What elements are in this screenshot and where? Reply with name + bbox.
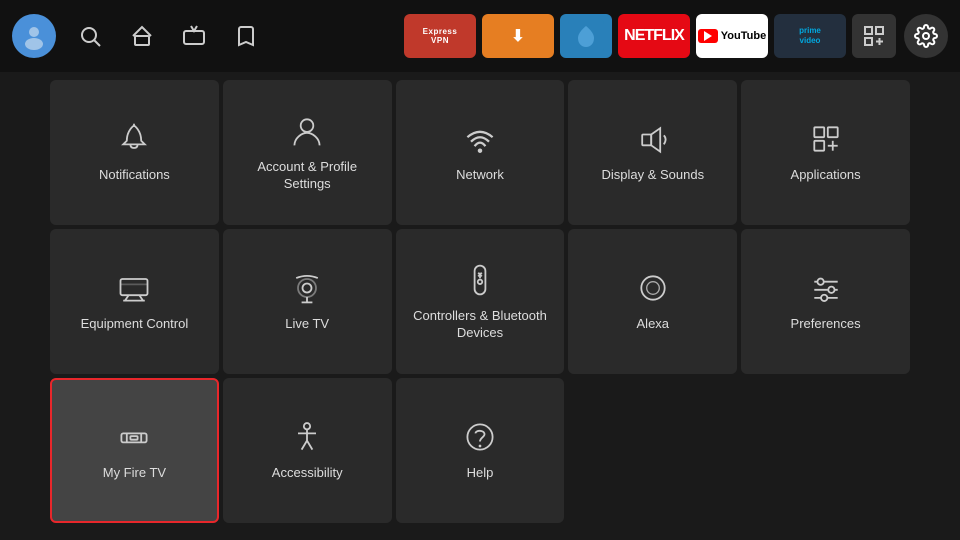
tile-accessibility-label: Accessibility: [272, 465, 343, 482]
tile-my-fire-tv-label: My Fire TV: [103, 465, 166, 482]
tile-network[interactable]: Network: [396, 80, 565, 225]
tile-display-sounds-label: Display & Sounds: [601, 167, 704, 184]
top-navigation: ExpressVPN ⬇ NETFLIX YouTube primevid: [0, 0, 960, 72]
apps-icon: [808, 121, 844, 157]
svg-text:⬇: ⬇: [511, 28, 524, 45]
tile-notifications-label: Notifications: [99, 167, 170, 184]
bell-icon: [116, 121, 152, 157]
tile-accessibility[interactable]: Accessibility: [223, 378, 392, 523]
home-button[interactable]: [124, 18, 160, 54]
tile-equipment-control[interactable]: Equipment Control: [50, 229, 219, 374]
search-button[interactable]: [72, 18, 108, 54]
tile-help[interactable]: Help: [396, 378, 565, 523]
settings-grid: Notifications Account & Profile Settings…: [0, 72, 960, 531]
firetv-icon: [116, 419, 152, 455]
tile-applications[interactable]: Applications: [741, 80, 910, 225]
help-icon: [462, 419, 498, 455]
live-tv-button[interactable]: [176, 18, 212, 54]
app-tile-primevideo[interactable]: primevideo: [774, 14, 846, 58]
tile-help-label: Help: [467, 465, 494, 482]
app-tile-blue[interactable]: [560, 14, 612, 58]
app-tile-youtube[interactable]: YouTube: [696, 14, 768, 58]
settings-button[interactable]: [904, 14, 948, 58]
remote-icon: [462, 262, 498, 298]
tile-controllers-bluetooth[interactable]: Controllers & Bluetooth Devices: [396, 229, 565, 374]
wifi-icon: [462, 121, 498, 157]
tile-applications-label: Applications: [791, 167, 861, 184]
tile-controllers-bluetooth-label: Controllers & Bluetooth Devices: [406, 308, 555, 342]
nav-apps: ExpressVPN ⬇ NETFLIX YouTube primevid: [404, 14, 896, 58]
app-tile-netflix[interactable]: NETFLIX: [618, 14, 690, 58]
app-tile-downloader[interactable]: ⬇: [482, 14, 554, 58]
antenna-icon: [289, 270, 325, 306]
tile-notifications[interactable]: Notifications: [50, 80, 219, 225]
person-icon: [289, 113, 325, 149]
app-tile-grid[interactable]: [852, 14, 896, 58]
sliders-icon: [808, 270, 844, 306]
tile-preferences-label: Preferences: [791, 316, 861, 333]
tile-account-label: Account & Profile Settings: [233, 159, 382, 193]
youtube-play-icon: [698, 29, 718, 43]
avatar[interactable]: [12, 14, 56, 58]
accessibility-icon: [289, 419, 325, 455]
tile-network-label: Network: [456, 167, 504, 184]
tile-account[interactable]: Account & Profile Settings: [223, 80, 392, 225]
tile-display-sounds[interactable]: Display & Sounds: [568, 80, 737, 225]
speaker-icon: [635, 121, 671, 157]
tv-icon: [116, 270, 152, 306]
watchlist-button[interactable]: [228, 18, 264, 54]
tile-preferences[interactable]: Preferences: [741, 229, 910, 374]
tile-my-fire-tv[interactable]: My Fire TV: [50, 378, 219, 523]
tile-live-tv-label: Live TV: [285, 316, 329, 333]
tile-alexa-label: Alexa: [637, 316, 670, 333]
tile-alexa[interactable]: Alexa: [568, 229, 737, 374]
nav-left-icons: [12, 14, 264, 58]
tile-live-tv[interactable]: Live TV: [223, 229, 392, 374]
alexa-icon: [635, 270, 671, 306]
tile-equipment-control-label: Equipment Control: [81, 316, 189, 333]
app-tile-expressvpn[interactable]: ExpressVPN: [404, 14, 476, 58]
